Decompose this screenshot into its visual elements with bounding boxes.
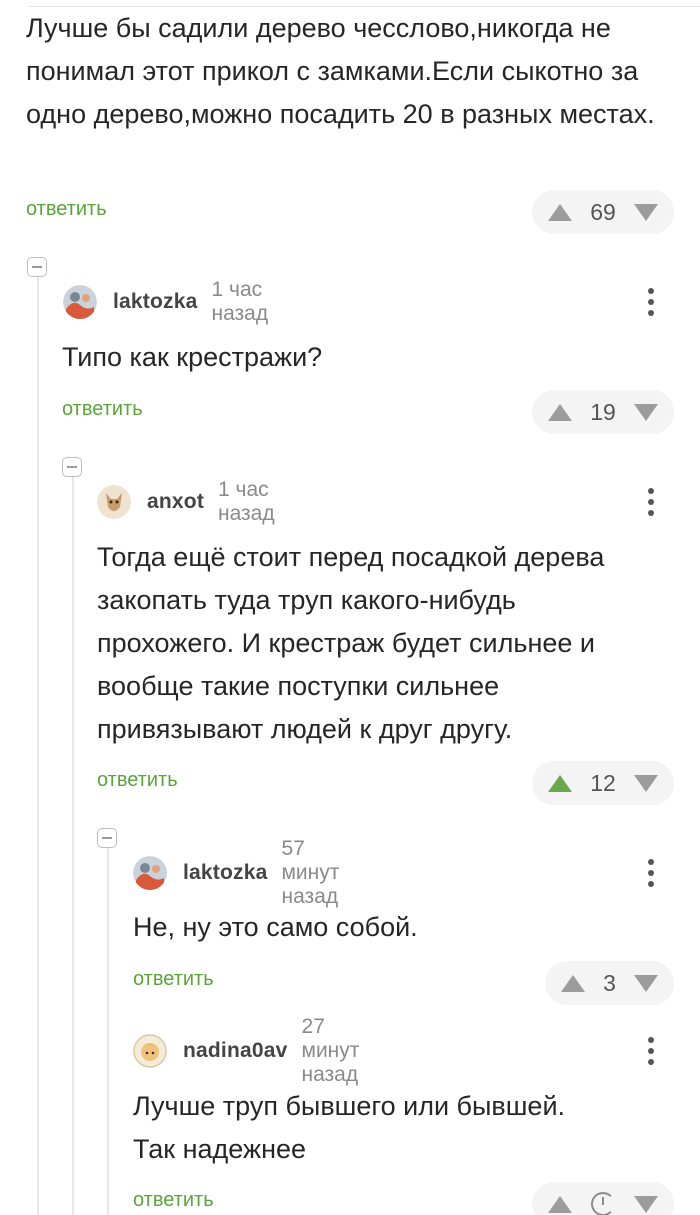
arrow-up-icon[interactable] xyxy=(548,774,572,792)
author-name[interactable]: nadina0av xyxy=(183,1039,288,1063)
collapse-button[interactable] xyxy=(97,828,117,848)
avatar[interactable] xyxy=(133,856,167,890)
vote-widget xyxy=(532,1182,674,1215)
comment-text: Типо как крестражи? xyxy=(62,342,323,372)
avatar[interactable] xyxy=(97,485,131,519)
vote-widget: 3 xyxy=(545,961,674,1005)
arrow-down-icon[interactable] xyxy=(634,1195,658,1213)
reply-link[interactable]: ответить xyxy=(133,968,214,991)
arrow-down-icon[interactable] xyxy=(633,974,658,992)
more-vertical-icon[interactable] xyxy=(641,856,661,890)
arrow-down-icon[interactable] xyxy=(634,774,658,792)
more-vertical-icon[interactable] xyxy=(641,1034,661,1068)
more-vertical-icon[interactable] xyxy=(641,285,661,319)
reply-link[interactable]: ответить xyxy=(97,769,178,792)
arrow-up-icon[interactable] xyxy=(548,203,572,221)
top-divider xyxy=(28,0,700,7)
author-name[interactable]: laktozka xyxy=(113,290,197,314)
arrow-up-icon[interactable] xyxy=(561,974,585,992)
thread-line-level1 xyxy=(37,275,39,1215)
collapse-button[interactable] xyxy=(62,457,82,477)
comment-text: Лучше бы садили дерево чесслово,никогда … xyxy=(26,13,655,129)
vote-score: 3 xyxy=(603,969,616,996)
more-vertical-icon[interactable] xyxy=(641,485,661,519)
clock-icon xyxy=(591,1192,615,1215)
reply-link[interactable]: ответить xyxy=(26,198,107,221)
comment-text: Не, ну это само собой. xyxy=(133,912,418,942)
comment-header: nadina0av 27 минут назад xyxy=(133,1015,359,1086)
author-name[interactable]: anxot xyxy=(147,490,204,514)
vote-score: 19 xyxy=(590,398,616,425)
author-name[interactable]: laktozka xyxy=(183,861,267,885)
comment-header: laktozka 57 минут назад xyxy=(133,837,339,908)
comment-time: 1 час назад xyxy=(211,278,269,325)
arrow-up-icon[interactable] xyxy=(548,1195,572,1213)
comment-time: 1 час назад xyxy=(218,478,275,525)
vote-widget: 69 xyxy=(532,190,674,234)
reply-link[interactable]: ответить xyxy=(62,398,143,421)
vote-widget: 12 xyxy=(532,761,674,805)
reply-link[interactable]: ответить xyxy=(133,1189,214,1212)
thread-line-level3 xyxy=(107,846,109,1215)
arrow-up-icon[interactable] xyxy=(548,403,572,421)
arrow-down-icon[interactable] xyxy=(634,203,658,221)
comment-text: Тогда ещё стоит перед посадкой дерева за… xyxy=(97,542,605,744)
vote-score: 69 xyxy=(590,198,616,225)
comment-header: anxot 1 час назад xyxy=(97,478,275,525)
vote-widget: 19 xyxy=(532,390,674,434)
avatar[interactable] xyxy=(133,1034,167,1068)
collapse-button[interactable] xyxy=(27,257,47,277)
avatar[interactable] xyxy=(63,285,97,319)
vote-score: 12 xyxy=(590,769,616,796)
comment-time: 57 минут назад xyxy=(281,837,340,908)
comment-time: 27 минут назад xyxy=(301,1015,360,1086)
comment-header: laktozka 1 час назад xyxy=(63,278,268,325)
arrow-down-icon[interactable] xyxy=(634,403,658,421)
thread-line-level2 xyxy=(72,475,74,1215)
comment-text: Лучше труп бывшего или бывшей. Так надеж… xyxy=(133,1091,566,1164)
